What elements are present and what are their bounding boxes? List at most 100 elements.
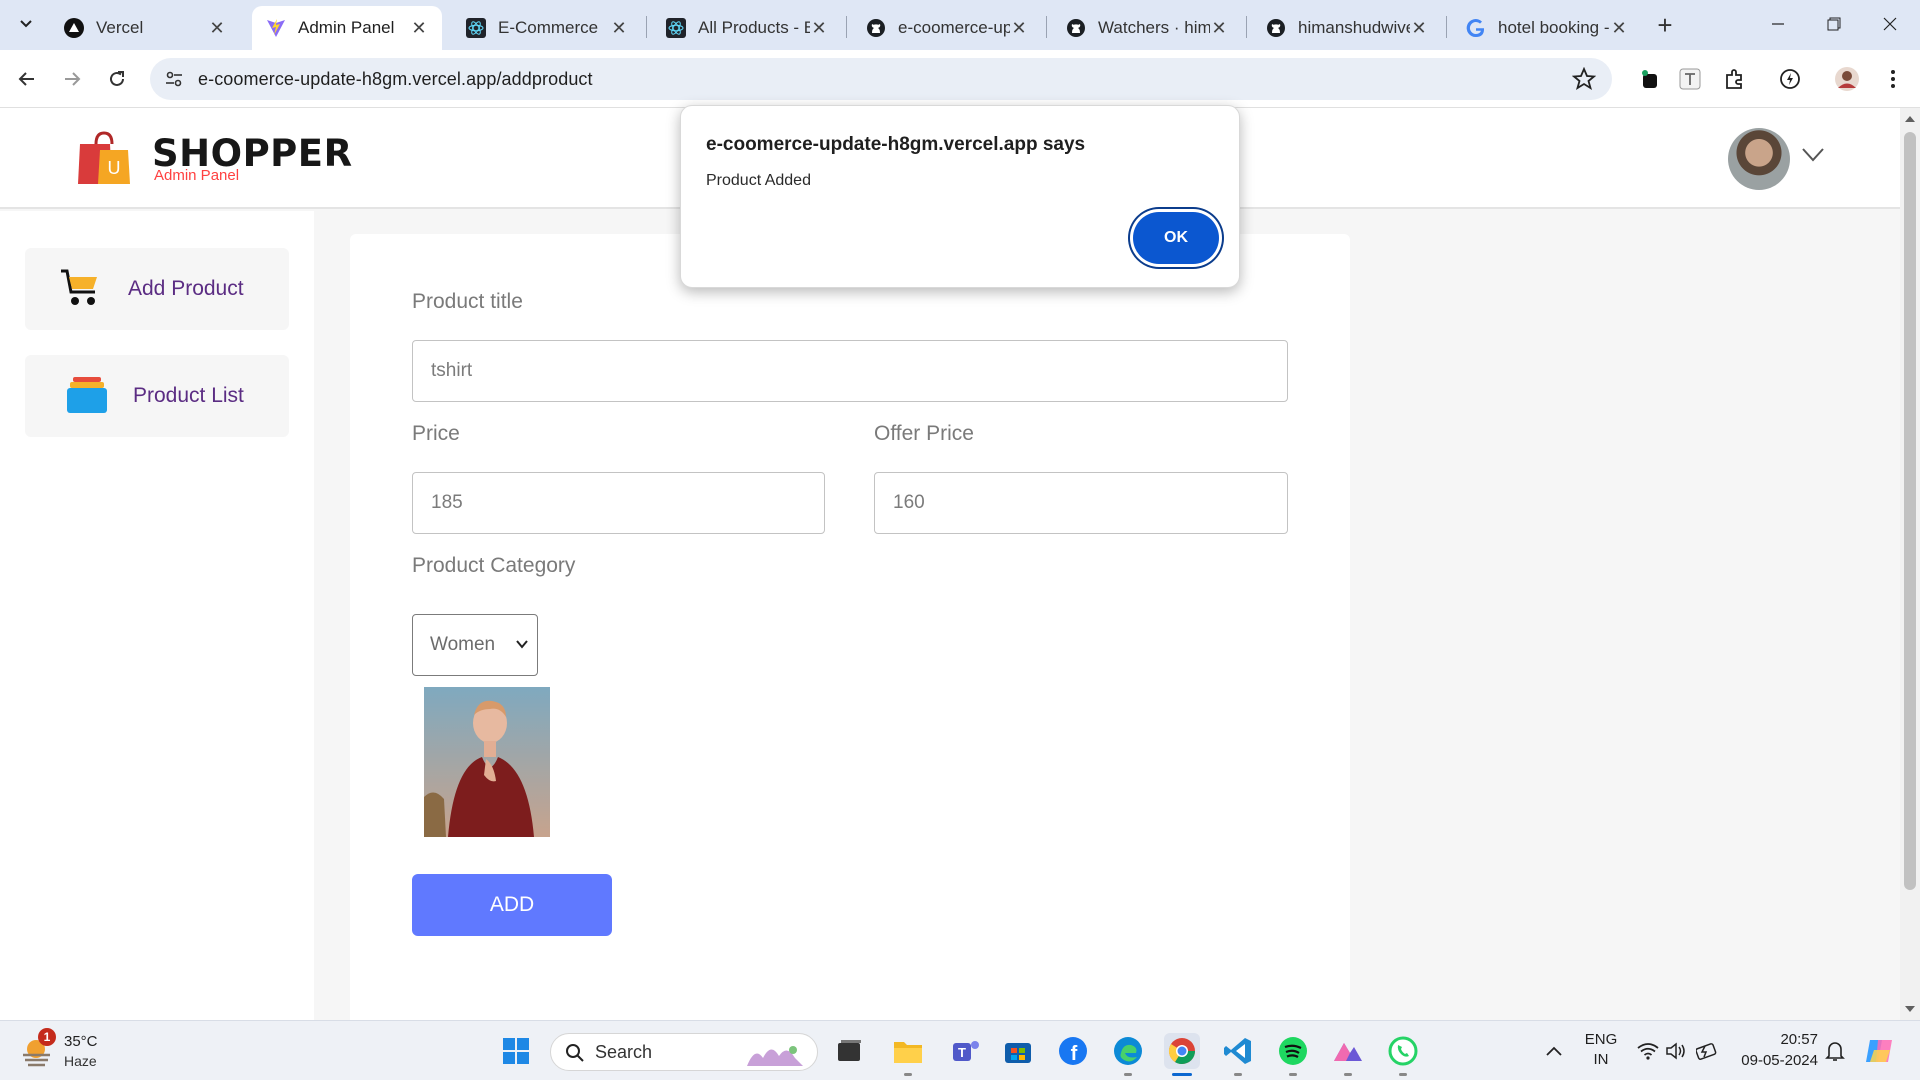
page-scrollbar[interactable] xyxy=(1900,108,1920,1020)
profile-button[interactable] xyxy=(1830,62,1864,96)
product-title-input[interactable]: tshirt xyxy=(412,340,1288,402)
tab-separator xyxy=(846,16,847,38)
svg-text:T: T xyxy=(958,1045,966,1060)
close-icon[interactable]: ✕ xyxy=(810,18,828,39)
volume-status[interactable] xyxy=(1658,1033,1694,1069)
tab-watchers[interactable]: Watchers · himar ✕ xyxy=(1052,6,1242,50)
url-text[interactable]: e-coomerce-update-h8gm.vercel.app/addpro… xyxy=(198,69,593,90)
price-input[interactable]: 185 xyxy=(412,472,825,534)
photos-button[interactable] xyxy=(1330,1033,1366,1069)
reload-button[interactable] xyxy=(100,62,134,96)
region-indicator[interactable]: IN xyxy=(1583,1051,1619,1068)
sidebar-item-add-product[interactable]: Add Product xyxy=(25,248,289,330)
sidebar: Add Product Product List xyxy=(0,211,314,1020)
close-icon[interactable]: ✕ xyxy=(410,18,428,39)
tab-separator xyxy=(1446,16,1447,38)
extension-dark-icon xyxy=(1642,70,1657,88)
copilot-button[interactable] xyxy=(1862,1033,1898,1069)
running-indicator xyxy=(1124,1073,1132,1076)
chrome-button[interactable] xyxy=(1164,1033,1200,1069)
tab-e-commerce[interactable]: E-Commerce ✕ xyxy=(452,6,642,50)
sidebar-item-product-list[interactable]: Product List xyxy=(25,355,289,437)
reload-icon xyxy=(110,71,124,86)
spotify-icon xyxy=(1279,1037,1307,1065)
close-icon[interactable]: ✕ xyxy=(1210,18,1228,39)
task-view-icon xyxy=(838,1040,861,1061)
clock-time[interactable]: 20:57 xyxy=(1768,1031,1818,1048)
show-hidden-icons-button[interactable] xyxy=(1536,1033,1572,1069)
file-explorer-button[interactable] xyxy=(890,1033,926,1069)
language-indicator[interactable]: ENG xyxy=(1583,1031,1619,1048)
scroll-down-icon[interactable] xyxy=(1905,1006,1915,1012)
vscode-button[interactable] xyxy=(1220,1033,1256,1069)
list-icon xyxy=(67,377,107,413)
teams-button[interactable]: T xyxy=(948,1033,984,1069)
bookmark-star-icon[interactable] xyxy=(1572,67,1596,91)
offer-price-input[interactable]: 160 xyxy=(874,472,1288,534)
site-info-icon[interactable] xyxy=(164,69,184,89)
logo-letter: U xyxy=(108,158,121,178)
alert-ok-button[interactable]: OK xyxy=(1133,212,1219,264)
chrome-menu-button[interactable] xyxy=(1876,62,1910,96)
product-title-label: Product title xyxy=(412,290,523,313)
weather-temperature[interactable]: 35°C xyxy=(64,1033,98,1050)
tab-vercel[interactable]: Vercel ✕ xyxy=(50,6,240,50)
forward-button[interactable] xyxy=(55,62,89,96)
close-icon[interactable]: ✕ xyxy=(1410,18,1428,39)
facebook-button[interactable]: f xyxy=(1055,1033,1091,1069)
tab-strip: Vercel ✕ Admin Panel ✕ E-Commerce ✕ All … xyxy=(0,0,1920,50)
tab-github-profile[interactable]: himanshudwivec ✕ xyxy=(1252,6,1442,50)
extensions-menu-button[interactable] xyxy=(1718,62,1752,96)
close-icon[interactable]: ✕ xyxy=(1610,18,1628,39)
address-bar[interactable]: e-coomerce-update-h8gm.vercel.app/addpro… xyxy=(150,58,1612,100)
tab-hotel-booking[interactable]: hotel booking - ✕ xyxy=(1452,6,1642,50)
scrollbar-thumb[interactable] xyxy=(1904,132,1916,890)
weather-condition[interactable]: Haze xyxy=(64,1053,97,1069)
whatsapp-button[interactable] xyxy=(1385,1033,1421,1069)
close-icon[interactable]: ✕ xyxy=(610,18,628,39)
add-product-button[interactable]: ADD xyxy=(412,874,612,936)
scroll-up-icon[interactable] xyxy=(1905,116,1915,122)
category-select[interactable]: Women xyxy=(412,614,538,676)
extension-button[interactable] xyxy=(1632,62,1666,96)
taskbar-search[interactable]: Search xyxy=(550,1033,818,1071)
svg-text:f: f xyxy=(1071,1043,1078,1065)
clock-date[interactable]: 09-05-2024 xyxy=(1728,1052,1818,1069)
tab-admin-panel[interactable]: Admin Panel ✕ xyxy=(252,6,442,50)
restore-button[interactable] xyxy=(1804,4,1864,44)
minimize-button[interactable] xyxy=(1748,4,1808,44)
upload-image-thumbnail[interactable] xyxy=(424,687,550,837)
search-highlight-icon xyxy=(747,1046,803,1066)
edge-button[interactable] xyxy=(1110,1033,1146,1069)
extension-button[interactable] xyxy=(1673,62,1707,96)
search-icon xyxy=(566,1044,584,1062)
close-icon[interactable]: ✕ xyxy=(1010,18,1028,39)
close-window-button[interactable] xyxy=(1860,4,1920,44)
new-tab-button[interactable]: + xyxy=(1650,10,1680,40)
sidebar-item-label: Add Product xyxy=(128,277,244,300)
battery-status[interactable] xyxy=(1690,1033,1726,1069)
store-button[interactable] xyxy=(1000,1033,1036,1069)
close-icon[interactable]: ✕ xyxy=(208,18,226,39)
arrow-left-icon xyxy=(18,72,34,86)
spotify-button[interactable] xyxy=(1275,1033,1311,1069)
notifications-button[interactable] xyxy=(1817,1033,1853,1069)
alert-dialog: e-coomerce-update-h8gm.vercel.app says P… xyxy=(680,105,1240,288)
task-view-button[interactable] xyxy=(832,1033,868,1069)
search-label: Search xyxy=(595,1041,653,1062)
tab-github-repo[interactable]: e-coomerce-upd ✕ xyxy=(852,6,1042,50)
user-avatar[interactable] xyxy=(1728,128,1790,190)
close-icon xyxy=(1883,17,1897,31)
back-button[interactable] xyxy=(10,62,44,96)
chevron-down-icon[interactable] xyxy=(1802,148,1824,162)
tab-search-button[interactable] xyxy=(10,8,42,40)
start-button[interactable] xyxy=(498,1033,534,1069)
profile-avatar-icon xyxy=(1835,67,1859,91)
tab-all-products[interactable]: All Products - Be ✕ xyxy=(652,6,842,50)
shopping-bag-logo[interactable]: U xyxy=(76,130,132,186)
performance-button[interactable] xyxy=(1773,62,1807,96)
windows-logo-icon xyxy=(503,1038,529,1064)
alert-message: Product Added xyxy=(706,172,811,189)
product-category-label: Product Category xyxy=(412,554,576,577)
chevron-down-icon xyxy=(20,20,32,28)
